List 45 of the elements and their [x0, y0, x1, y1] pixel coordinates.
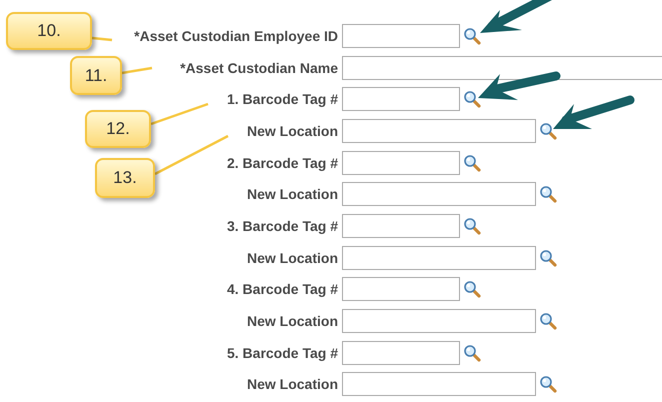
field-label: 5. Barcode Tag #: [226, 344, 338, 361]
leader-line: [122, 66, 152, 74]
input-field[interactable]: [342, 182, 536, 206]
search-icon[interactable]: [539, 312, 557, 330]
search-icon[interactable]: [463, 216, 481, 235]
search-icon[interactable]: [539, 375, 557, 394]
search-icon[interactable]: [539, 185, 557, 204]
callout-badge: 10.: [6, 12, 92, 50]
field-label: New Location: [246, 122, 338, 139]
search-icon[interactable]: [463, 26, 481, 45]
input-field[interactable]: [342, 87, 460, 112]
field-label: 2. Barcode Tag #: [226, 154, 338, 171]
field-label: 4. Barcode Tag #: [226, 281, 338, 298]
field-label: 1. Barcode Tag #: [226, 91, 338, 108]
field-label: *Asset Custodian Name: [180, 60, 338, 76]
search-icon[interactable]: [463, 154, 481, 172]
field-label: 3. Barcode Tag #: [226, 218, 338, 234]
input-field[interactable]: [342, 277, 460, 302]
field-label: New Location: [246, 186, 338, 202]
callout-badge: 12.: [85, 110, 151, 148]
field-label: New Location: [246, 250, 338, 266]
input-field[interactable]: [342, 150, 460, 175]
search-icon[interactable]: [539, 122, 557, 140]
field-label: New Location: [246, 376, 338, 392]
arrow-icon: [478, 72, 560, 100]
input-field[interactable]: [342, 309, 536, 334]
search-icon[interactable]: [463, 90, 481, 108]
arrow-icon: [553, 96, 634, 129]
callout-badge: 11.: [70, 56, 122, 95]
input-field[interactable]: [342, 340, 460, 365]
input-field[interactable]: [342, 56, 662, 80]
input-field[interactable]: [342, 246, 536, 270]
input-field[interactable]: [342, 24, 460, 48]
leader-line: [92, 36, 112, 42]
callout-badge: 13.: [95, 158, 155, 198]
field-label: *Asset Custodian Employee ID: [134, 28, 338, 44]
arrow-icon: [480, 0, 554, 33]
input-field[interactable]: [342, 372, 536, 396]
field-label: New Location: [246, 313, 338, 330]
search-icon[interactable]: [539, 248, 557, 267]
input-field[interactable]: [342, 118, 536, 143]
search-icon[interactable]: [463, 280, 481, 298]
input-field[interactable]: [342, 214, 460, 238]
leader-line: [150, 102, 208, 126]
search-icon[interactable]: [463, 344, 481, 362]
